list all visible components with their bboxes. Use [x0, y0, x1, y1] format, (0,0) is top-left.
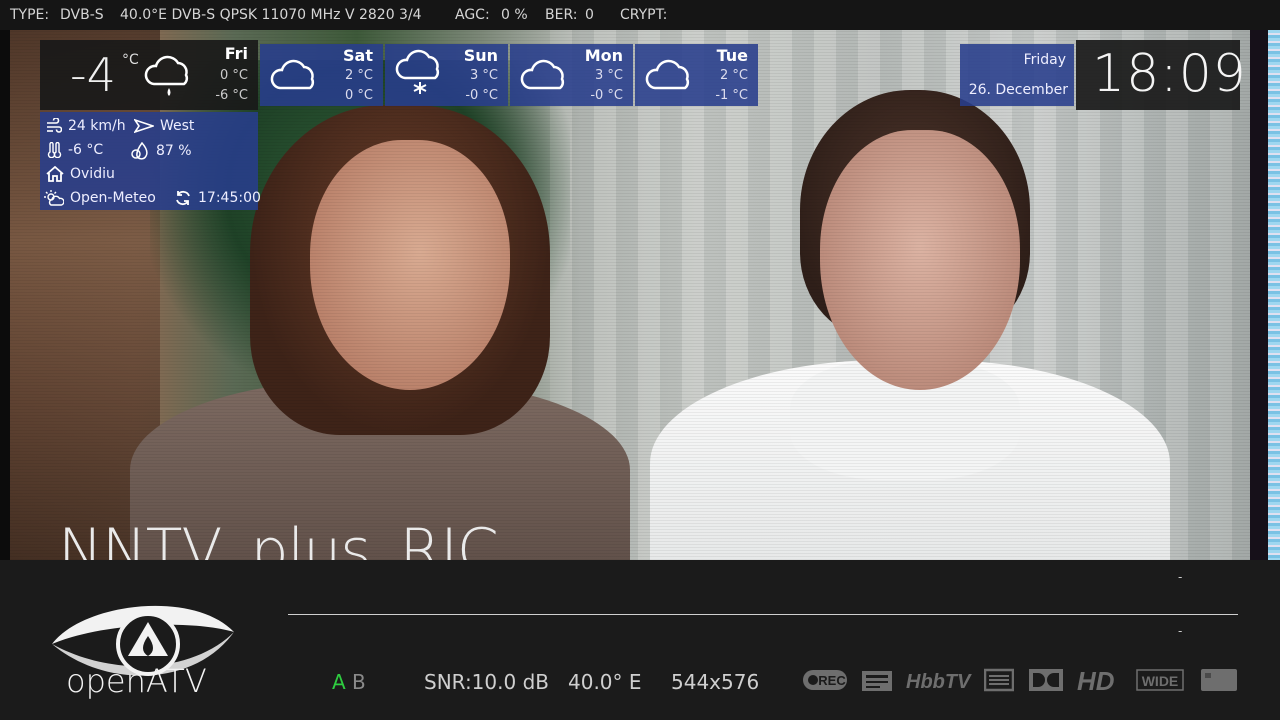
hbbtv-label: HbbTV	[906, 671, 972, 693]
cloud-rain-icon	[144, 55, 189, 96]
weekday: Friday	[1023, 52, 1066, 68]
audio-track-a: A	[332, 670, 346, 694]
clock-time: 18:09	[1092, 44, 1247, 104]
refresh-icon	[176, 190, 190, 206]
agc-value: 0 %	[501, 7, 528, 23]
hbbtv-icon: HbbTV	[904, 666, 972, 696]
forecast-low: -0 °C	[590, 88, 623, 103]
clock: 18:09	[1076, 40, 1246, 110]
rec-icon: REC	[802, 666, 848, 696]
type-value: DVB-S	[60, 7, 104, 23]
dolby-icon	[1028, 666, 1064, 696]
forecast-day-1: Sat 2 °C 0 °C	[260, 44, 383, 106]
location: Ovidiu	[70, 166, 115, 182]
snr-value: SNR:10.0 dB	[424, 670, 549, 694]
wind-direction: West	[160, 118, 195, 134]
video-resolution: 544x576	[671, 670, 760, 694]
wind-speed-row: 24 km/h	[46, 117, 126, 134]
cloud-icon	[520, 59, 565, 90]
provider-row: Open-Meteo	[44, 190, 156, 206]
teletext-icon	[860, 666, 894, 696]
rec-label: REC	[818, 673, 846, 688]
home-icon	[46, 165, 64, 182]
hd-label: HD	[1077, 666, 1115, 694]
hd-icon: HD	[1076, 666, 1128, 696]
infobar: openATV - - A B SNR:10.0 dB 40.0° E 544x…	[0, 560, 1280, 720]
ber-label: BER:	[545, 7, 578, 23]
agc-label: AGC:	[455, 7, 490, 23]
forecast-day: Mon	[584, 46, 623, 65]
forecast-day-4: Tue 2 °C -1 °C	[635, 44, 758, 106]
wind-direction-row: West	[133, 118, 195, 134]
edge-border	[1250, 30, 1268, 560]
weather-details: 24 km/h West -6 °C 87 % Ovidiu Open-Mete…	[40, 112, 261, 210]
cloud-icon	[270, 59, 315, 90]
date-display: Friday 26. December	[960, 44, 1074, 106]
wind-direction-icon	[133, 118, 156, 134]
edge-glitch-strip	[1268, 30, 1280, 560]
crypt-label: CRYPT:	[620, 7, 668, 23]
forecast-day-3: Mon 3 °C -0 °C	[510, 44, 633, 106]
cloud-icon	[645, 59, 690, 90]
update-time-row: 17:45:00	[174, 190, 261, 206]
forecast-low: -1 °C	[715, 88, 748, 103]
temperature-unit: °C	[122, 52, 139, 68]
wind-speed: 24 km/h	[68, 118, 126, 134]
location-row: Ovidiu	[46, 165, 115, 182]
now-event-dash: -	[1178, 570, 1183, 584]
update-time: 17:45:00	[198, 190, 261, 206]
feels-like: -6 °C	[68, 142, 104, 158]
humidity-row: 87 %	[130, 141, 192, 160]
date: 26. December	[968, 82, 1068, 98]
wind-icon	[47, 117, 63, 133]
tuner-info: 40.0°E DVB-S QPSK 11070 MHz V 2820 3/4	[120, 7, 422, 23]
forecast-low: -0 °C	[465, 88, 498, 103]
today-high: 0 °C	[220, 68, 248, 83]
today-day: Fri	[224, 44, 248, 63]
event-progress-bar	[288, 614, 1238, 615]
audio-track-b: B	[352, 670, 366, 694]
logo-text: openATV	[66, 662, 207, 700]
today-low: -6 °C	[215, 88, 248, 103]
forecast-low: 0 °C	[345, 88, 373, 103]
forecast-high: 3 °C	[470, 68, 498, 83]
forecast-high: 2 °C	[720, 68, 748, 83]
subtitle-icon	[984, 666, 1014, 696]
next-event-dash: -	[1178, 624, 1183, 638]
forecast-high: 2 °C	[345, 68, 373, 83]
channel-name: NNTV_plus_RIC	[58, 516, 499, 560]
orbital-position: 40.0° E	[568, 670, 642, 694]
humidity-icon	[131, 141, 148, 160]
weather-today: -4 °C Fri 0 °C -6 °C	[40, 40, 258, 110]
crypt-card-icon	[1200, 666, 1238, 696]
forecast-day: Sun	[463, 46, 498, 65]
wide-label: WIDE	[1142, 673, 1179, 689]
forecast-high: 3 °C	[595, 68, 623, 83]
forecast-day-2: Sun 3 °C -0 °C	[385, 44, 508, 106]
thermometer-icon	[47, 141, 62, 159]
weather-provider: Open-Meteo	[70, 190, 156, 206]
type-label: TYPE:	[10, 7, 50, 23]
cloud-snow-icon	[395, 49, 440, 94]
sun-cloud-icon	[44, 190, 65, 206]
current-temperature: -4	[70, 48, 116, 102]
feels-like-row: -6 °C	[46, 141, 104, 159]
humidity: 87 %	[156, 143, 192, 159]
tuner-info-bar: TYPE: DVB-S 40.0°E DVB-S QPSK 11070 MHz …	[0, 0, 1280, 30]
ber-value: 0	[585, 7, 594, 23]
wide-icon: WIDE	[1136, 666, 1186, 696]
forecast-day: Sat	[343, 46, 373, 65]
forecast-day: Tue	[716, 46, 748, 65]
